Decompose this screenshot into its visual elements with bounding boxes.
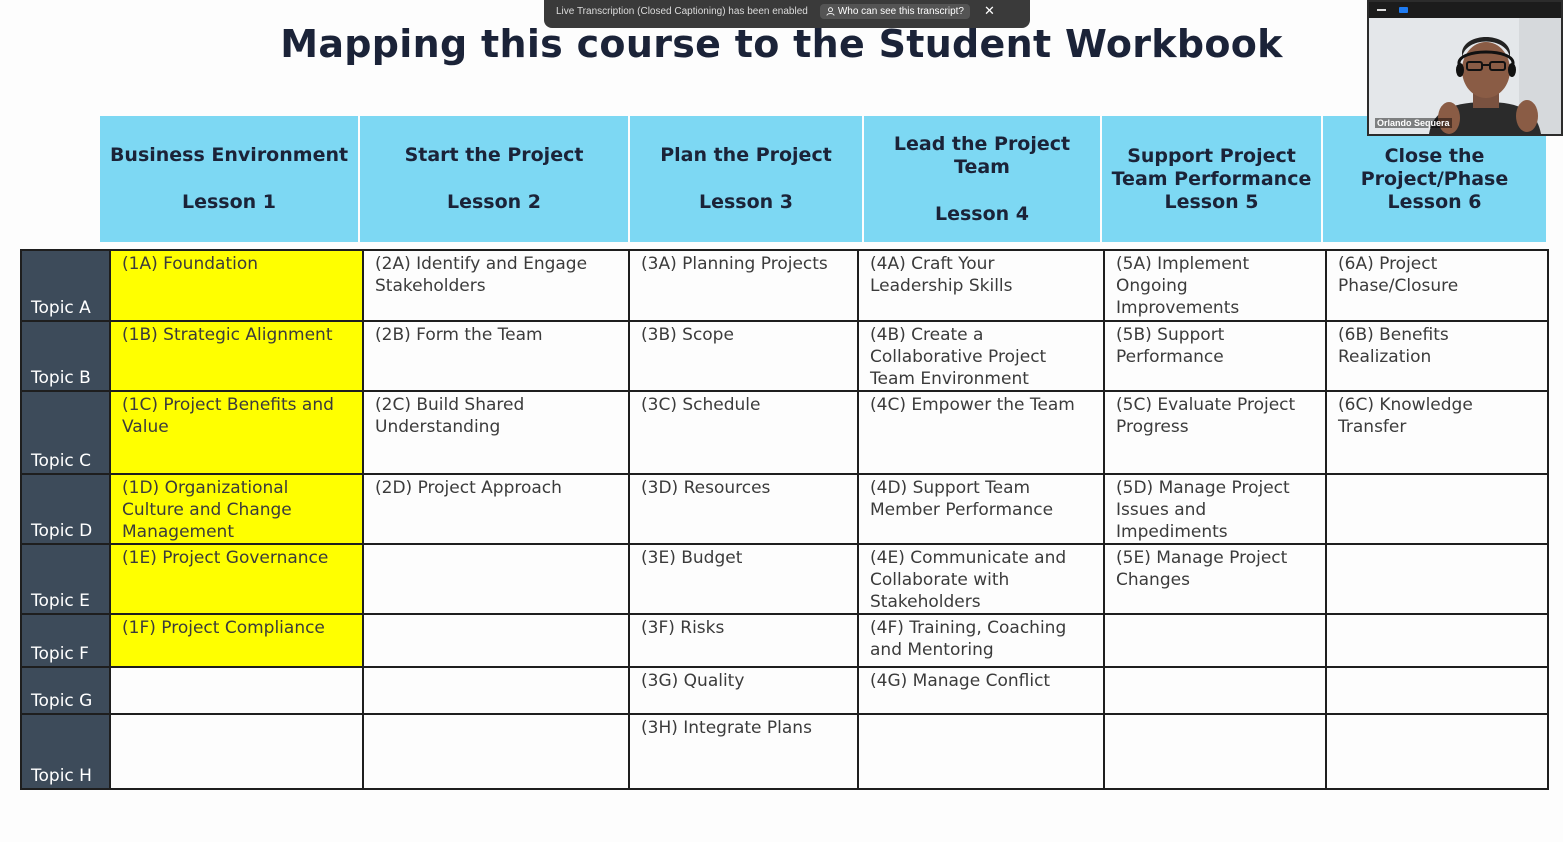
table-cell: (5B) Support Performance [1103,320,1327,392]
topic-label: Topic C [20,390,111,475]
table-cell: (3F) Risks [628,613,859,668]
table-cell: (1A) Foundation [109,249,364,322]
lesson-name: Start the Project [404,144,584,166]
person-icon [826,6,835,16]
lesson-number: Lesson 3 [698,191,794,213]
table-cell [362,543,630,615]
table-cell [1325,613,1549,668]
table-cell: (5D) Manage Project Issues and Impedimen… [1103,473,1327,545]
table-cell [109,666,364,715]
topic-label: Topic D [20,473,111,545]
table-cell: (6C) Knowledge Transfer [1325,390,1549,475]
close-icon[interactable]: ✕ [984,3,995,19]
table-cell: (2C) Build Shared Understanding [362,390,630,475]
table-cell: (4A) Craft Your Leadership Skills [857,249,1105,322]
table-cell [109,713,364,790]
lesson-header-3: Plan the Project Lesson 3 [630,116,862,242]
table-cell [1325,666,1549,715]
lesson-number: Lesson 6 [1387,190,1482,213]
table-cell: (3G) Quality [628,666,859,715]
table-cell: (5A) Implement Ongoing Improvements [1103,249,1327,322]
lesson-header-4: Lead the Project Team Lesson 4 [864,116,1100,242]
lesson-number: Lesson 4 [934,202,1030,225]
table-cell: (2A) Identify and Engage Stakeholders [362,249,630,322]
table-cell [1103,713,1327,790]
table-row: Topic H (3H) Integrate Plans [20,713,1549,790]
table-cell [362,613,630,668]
video-thumbnail[interactable]: Orlando Sequera [1367,0,1563,136]
table-cell: (6B) Benefits Realization [1325,320,1549,392]
table-cell [1103,613,1327,668]
lesson-header-5: Support Project Team Performance Lesson … [1102,116,1321,242]
topic-label: Topic A [20,249,111,322]
table-cell [1103,666,1327,715]
lesson-number: Lesson 1 [181,191,277,213]
table-cell [362,713,630,790]
table-row: Topic A (1A) Foundation (2A) Identify an… [20,249,1549,322]
video-feed: Orlando Sequera [1369,18,1561,134]
table-cell: (5E) Manage Project Changes [1103,543,1327,615]
table-cell: (4C) Empower the Team [857,390,1105,475]
topic-label: Topic H [20,713,111,790]
mapping-table: Topic A (1A) Foundation (2A) Identify an… [20,249,1549,790]
participant-avatar [1369,18,1561,134]
table-cell: (4D) Support Team Member Performance [857,473,1105,545]
topic-label: Topic E [20,543,111,615]
table-cell: (1B) Strategic Alignment [109,320,364,392]
table-cell: (3H) Integrate Plans [628,713,859,790]
table-cell: (4F) Training, Coaching and Mentoring [857,613,1105,668]
slide: Mapping this course to the Student Workb… [0,0,1563,842]
lesson-name: Lead the Project Team [893,132,1071,178]
table-row: Topic F (1F) Project Compliance (3F) Ris… [20,613,1549,668]
table-cell: (1F) Project Compliance [109,613,364,668]
table-cell: (5C) Evaluate Project Progress [1103,390,1327,475]
lesson-name: Close the Project/Phase [1360,144,1509,190]
lesson-header-1: Business Environment Lesson 1 [100,116,358,242]
table-cell: (2B) Form the Team [362,320,630,392]
slide-title: Mapping this course to the Student Workb… [280,22,1283,66]
table-cell: (3D) Resources [628,473,859,545]
table-cell: (4B) Create a Collaborative Project Team… [857,320,1105,392]
lesson-header-2: Start the Project Lesson 2 [360,116,628,242]
table-row: Topic E (1E) Project Governance (3E) Bud… [20,543,1549,615]
table-row: Topic C (1C) Project Benefits and Value … [20,390,1549,475]
lesson-name: Support Project Team Performance [1111,144,1312,190]
who-can-see-label: Who can see this transcript? [837,5,964,17]
table-cell: (1E) Project Governance [109,543,364,615]
maximize-icon[interactable] [1399,7,1408,13]
table-cell: (3C) Schedule [628,390,859,475]
lesson-name: Plan the Project [660,144,832,166]
table-cell: (6A) Project Phase/Closure [1325,249,1549,322]
video-toolbar [1369,2,1561,18]
table-cell: (4E) Communicate and Collaborate with St… [857,543,1105,615]
table-row: Topic B (1B) Strategic Alignment (2B) Fo… [20,320,1549,392]
lesson-name: Business Environment [109,144,349,166]
table-cell: (3E) Budget [628,543,859,615]
transcription-banner: Live Transcription (Closed Captioning) h… [544,0,1030,28]
table-cell [1325,473,1549,545]
table-row: Topic G (3G) Quality (4G) Manage Conflic… [20,666,1549,715]
topic-label: Topic G [20,666,111,715]
topic-label: Topic B [20,320,111,392]
table-cell [362,666,630,715]
table-cell: (3B) Scope [628,320,859,392]
table-row: Topic D (1D) Organizational Culture and … [20,473,1549,545]
table-cell: (1C) Project Benefits and Value [109,390,364,475]
table-cell [1325,713,1549,790]
table-cell: (1D) Organizational Culture and Change M… [109,473,364,545]
lesson-number: Lesson 5 [1164,190,1259,213]
participant-name: Orlando Sequera [1375,118,1452,128]
table-cell: (4G) Manage Conflict [857,666,1105,715]
topic-label: Topic F [20,613,111,668]
table-cell [857,713,1105,790]
who-can-see-button[interactable]: Who can see this transcript? [819,3,970,19]
minimize-icon[interactable] [1377,9,1386,11]
table-cell: (2D) Project Approach [362,473,630,545]
banner-message: Live Transcription (Closed Captioning) h… [556,5,808,17]
table-cell [1325,543,1549,615]
lesson-number: Lesson 2 [446,191,542,213]
table-cell: (3A) Planning Projects [628,249,859,322]
